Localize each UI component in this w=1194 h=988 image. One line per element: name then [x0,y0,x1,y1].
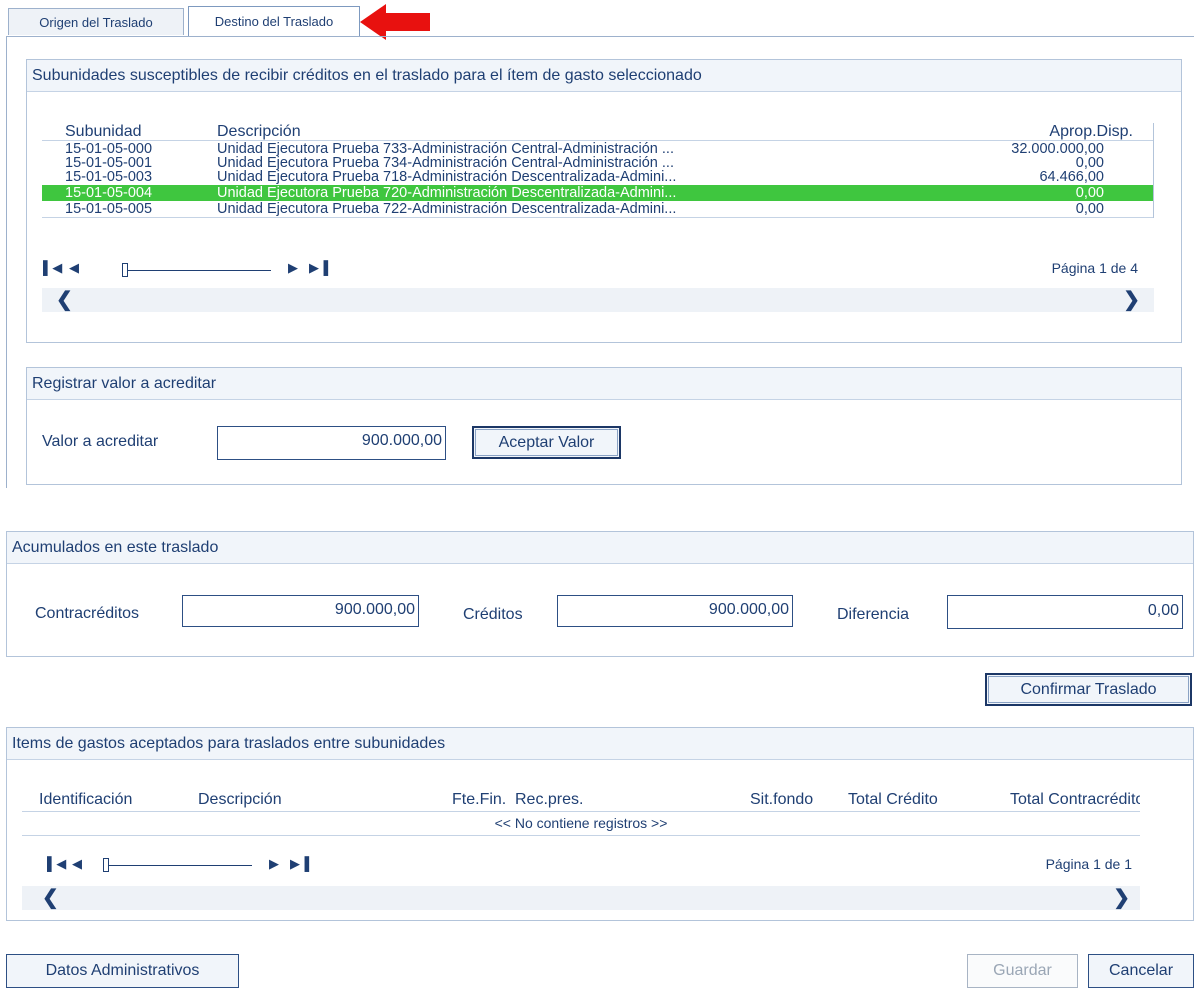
page-slider-track[interactable] [104,865,252,866]
cell-aprop: 64.466,00 [1039,169,1104,185]
subunidades-title: Subunidades susceptibles de recibir créd… [27,60,1181,92]
rows-separator [42,217,1154,218]
creditos-field: 900.000,00 [557,595,793,627]
rows-separator [22,835,1140,836]
cancelar-button[interactable]: Cancelar [1088,954,1194,988]
page-slider-handle[interactable] [103,858,109,872]
cell-descripcion: Unidad Ejecutora Prueba 733-Administraci… [217,141,674,157]
guardar-button[interactable]: Guardar [967,954,1078,988]
prev-page-icon[interactable]: ◀ [69,260,79,276]
col-total-contracredito[interactable]: Total Contracrédito [1010,791,1140,809]
cell-aprop: 0,00 [1075,185,1104,201]
first-page-icon[interactable]: ▌◀ [43,260,62,276]
col-descripcion[interactable]: Descripción [217,124,301,140]
col-ftefin[interactable]: Fte.Fin. [452,791,506,809]
contracreditos-label: Contracréditos [35,605,140,622]
col-sitfondo[interactable]: Sit.fondo [750,791,813,809]
last-page-icon[interactable]: ▶▐ [309,260,328,276]
confirmar-traslado-button[interactable]: Confirmar Traslado [985,673,1192,706]
valor-input[interactable]: 900.000,00 [217,426,446,460]
valor-label: Valor a acreditar [42,433,159,450]
creditos-label: Créditos [463,606,523,623]
scroll-right-icon[interactable]: ❯ [1113,887,1130,909]
col-recpres[interactable]: Rec.pres. [515,791,583,809]
last-page-icon[interactable]: ▶▐ [290,856,309,872]
next-page-icon[interactable]: ▶ [288,260,298,276]
table-row[interactable]: 15-01-05-001 Unidad Ejecutora Prueba 734… [42,155,1154,171]
col-subunidad[interactable]: Subunidad [65,124,142,140]
table-row[interactable]: 15-01-05-005 Unidad Ejecutora Prueba 722… [42,201,1154,217]
items-panel: Items de gastos aceptados para traslados… [6,727,1194,921]
registrar-panel: Registrar valor a acreditar Valor a acre… [26,367,1182,485]
diferencia-label: Diferencia [837,606,910,623]
cell-subunidad: 15-01-05-000 [65,141,153,157]
table-row-selected[interactable]: 15-01-05-004 Unidad Ejecutora Prueba 720… [42,185,1154,201]
cell-descripcion: Unidad Ejecutora Prueba 720-Administraci… [217,185,677,201]
aceptar-valor-button[interactable]: Aceptar Valor [472,426,621,459]
page-indicator: Página 1 de 1 [1045,856,1132,872]
grid-header: Identificación Descripción Fte.Fin. Rec.… [22,791,1140,809]
page-indicator: Página 1 de 4 [1051,260,1138,276]
prev-page-icon[interactable]: ◀ [72,856,82,872]
page-slider-handle[interactable] [122,263,128,277]
acumulados-title: Acumulados en este traslado [7,532,1193,564]
empty-message: << No contiene registros >> [494,815,668,831]
acumulados-panel: Acumulados en este traslado Contracrédit… [6,531,1194,657]
cell-descripcion: Unidad Ejecutora Prueba 734-Administraci… [217,155,674,171]
diferencia-field: 0,00 [947,595,1183,629]
cell-descripcion: Unidad Ejecutora Prueba 722-Administraci… [217,201,677,217]
cell-subunidad: 15-01-05-001 [65,155,153,171]
page-slider-track[interactable] [123,270,271,271]
tab-origen[interactable]: Origen del Traslado [8,8,184,35]
contracreditos-field: 900.000,00 [182,595,419,627]
col-identificacion[interactable]: Identificación [39,791,132,809]
frame-left [6,36,7,488]
cell-aprop: 0,00 [1075,201,1104,217]
datos-administrativos-button[interactable]: Datos Administrativos [6,954,239,988]
cell-subunidad: 15-01-05-004 [65,185,153,201]
header-separator [22,811,1140,812]
subunidades-grid: Subunidad Descripción Aprop.Disp. 15-01-… [42,123,1154,303]
first-page-icon[interactable]: ▌◀ [47,856,66,872]
tab-destino[interactable]: Destino del Traslado [188,6,360,36]
grid-header: Subunidad Descripción Aprop.Disp. [42,124,1154,140]
red-arrow-icon [360,4,430,40]
cell-subunidad: 15-01-05-003 [65,169,153,185]
horizontal-scrollbar[interactable]: ❮ ❯ [42,288,1154,312]
items-title: Items de gastos aceptados para traslados… [7,728,1193,760]
subunidades-panel: Subunidades susceptibles de recibir créd… [26,59,1182,343]
registrar-title: Registrar valor a acreditar [27,368,1181,400]
grid-right-border [1153,123,1154,218]
cell-descripcion: Unidad Ejecutora Prueba 718-Administraci… [217,169,677,185]
items-grid: Identificación Descripción Fte.Fin. Rec.… [22,791,1140,851]
cell-subunidad: 15-01-05-005 [65,201,153,217]
col-aprop[interactable]: Aprop.Disp. [1049,124,1133,140]
scroll-left-icon[interactable]: ❮ [56,289,73,311]
table-row[interactable]: 15-01-05-003 Unidad Ejecutora Prueba 718… [42,169,1154,185]
scroll-right-icon[interactable]: ❯ [1123,289,1140,311]
frame-top [6,36,1194,37]
next-page-icon[interactable]: ▶ [269,856,279,872]
col-descripcion[interactable]: Descripción [198,791,282,809]
scroll-left-icon[interactable]: ❮ [42,887,59,909]
cell-aprop: 0,00 [1075,155,1104,171]
col-total-credito[interactable]: Total Crédito [848,791,938,809]
horizontal-scrollbar[interactable]: ❮ ❯ [22,886,1140,910]
table-row[interactable]: 15-01-05-000 Unidad Ejecutora Prueba 733… [42,141,1154,157]
cell-aprop: 32.000.000,00 [1011,141,1104,157]
